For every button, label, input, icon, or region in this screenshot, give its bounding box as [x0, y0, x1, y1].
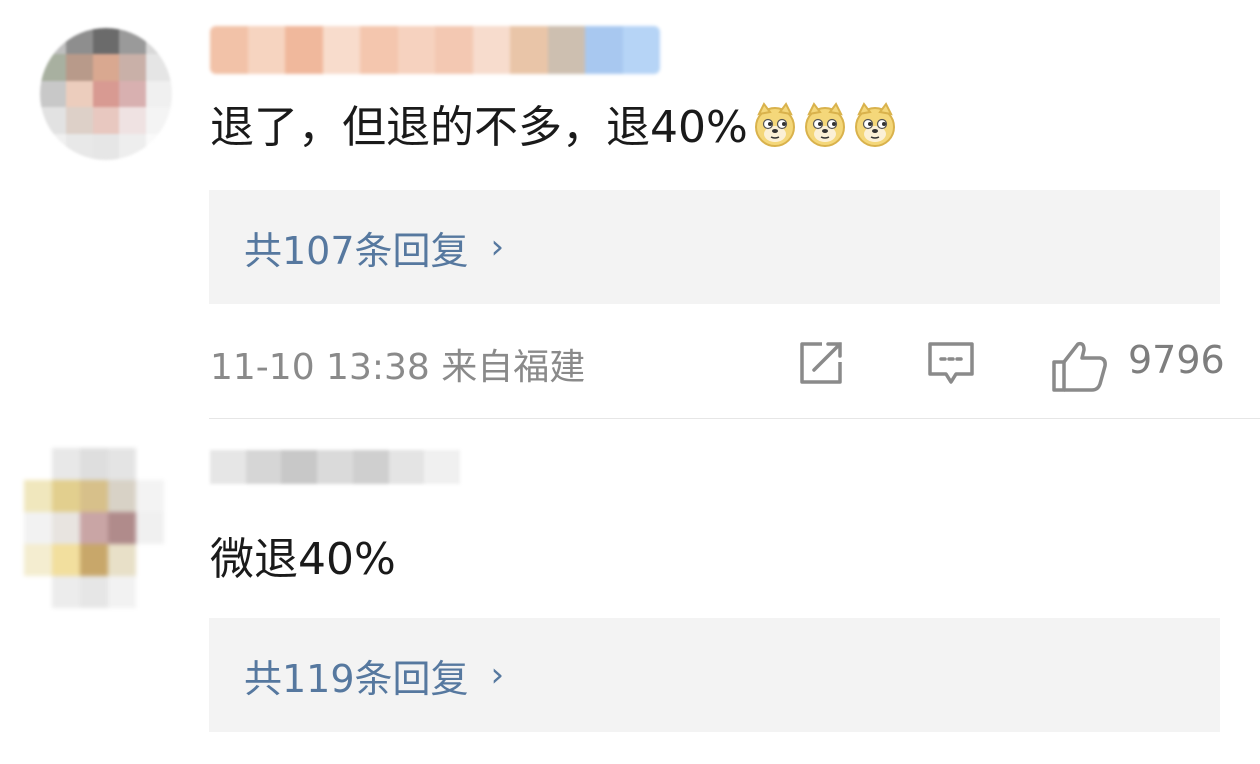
like-count: 9796 — [1128, 338, 1225, 382]
comment-text-body: 退了，但退的不多，退40% — [210, 102, 748, 153]
replies-label: 共119条回复 — [244, 656, 469, 701]
replies-label: 共107条回复 — [244, 228, 469, 273]
avatar[interactable] — [40, 28, 172, 160]
divider — [209, 418, 1260, 419]
username-redacted[interactable] — [210, 450, 460, 484]
username-redacted[interactable] — [210, 26, 660, 74]
comment-actions: 9796 — [0, 336, 1260, 392]
avatar[interactable] — [24, 448, 164, 608]
comment-item: 退了，但退的不多，退40% 共107条回复 › 11-10 13:38 来自福建… — [0, 0, 1260, 420]
doge-emoji-icon — [798, 102, 848, 153]
view-replies-button[interactable]: 共107条回复 › — [209, 190, 1220, 304]
comment-icon[interactable] — [926, 340, 976, 392]
comment-text: 退了，但退的不多，退40% — [210, 100, 898, 156]
share-icon[interactable] — [796, 340, 846, 390]
doge-emoji-icon — [848, 102, 898, 153]
thumbs-up-icon[interactable] — [1050, 340, 1110, 396]
chevron-right-icon: › — [490, 655, 505, 695]
doge-emoji-icon — [748, 102, 798, 153]
chevron-right-icon: › — [490, 227, 505, 267]
comment-text: 微退40% — [210, 534, 396, 585]
view-replies-button[interactable]: 共119条回复 › — [209, 618, 1220, 732]
comment-item: 微退40% 共119条回复 › — [0, 420, 1260, 764]
